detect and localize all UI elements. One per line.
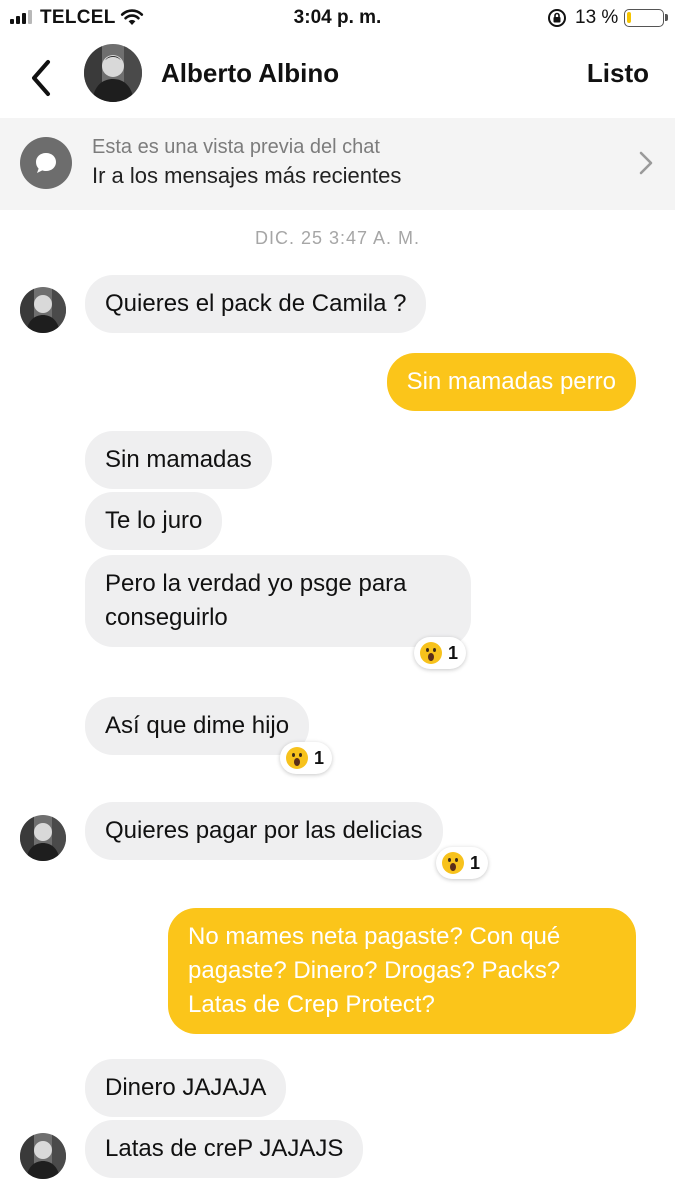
- chat-bubble-icon: [20, 137, 72, 189]
- message-bubble-incoming[interactable]: Quieres pagar por las delicias: [85, 802, 443, 860]
- status-bar: TELCEL 3:04 p. m. 13 %: [0, 0, 675, 36]
- reaction-badge[interactable]: 1: [436, 847, 489, 879]
- message-bubble-incoming[interactable]: Te lo juro: [85, 492, 223, 550]
- sender-avatar[interactable]: [20, 1133, 66, 1179]
- message-text: Dinero JAJAJA: [105, 1074, 267, 1101]
- message-bubble-outgoing[interactable]: No mames neta pagaste? Con qué pagaste? …: [168, 908, 636, 1034]
- message-text: Te lo juro: [105, 507, 203, 534]
- chevron-right-icon: [639, 151, 653, 175]
- preview-title: Ir a los mensajes más recientes: [92, 163, 402, 188]
- message-text-line: conseguirlo: [105, 604, 228, 631]
- rotation-lock-icon: [548, 9, 566, 27]
- message-text: Quieres pagar por las delicias: [105, 817, 423, 844]
- contact-avatar[interactable]: [84, 44, 142, 102]
- reaction-badge[interactable]: 1: [414, 637, 467, 669]
- message-text: Quieres el pack de Camila ?: [105, 290, 407, 317]
- message-text: Así que dime hijo: [105, 712, 290, 739]
- reaction-count: 1: [314, 747, 325, 768]
- back-chevron-icon[interactable]: [26, 58, 58, 98]
- astonished-face-icon: [442, 852, 464, 874]
- reaction-badge[interactable]: 1: [280, 742, 333, 774]
- contact-name[interactable]: Alberto Albino: [161, 58, 339, 89]
- chat-preview-banner[interactable]: Esta es una vista previa del chat Ir a l…: [0, 118, 675, 210]
- message-bubble-incoming[interactable]: Dinero JAJAJA: [85, 1059, 287, 1117]
- astonished-face-icon: [420, 642, 442, 664]
- status-time: 3:04 p. m.: [293, 7, 382, 28]
- message-bubble-outgoing[interactable]: Sin mamadas perro: [386, 353, 636, 411]
- message-text-line: pagaste? Dinero? Drogas? Packs?: [188, 957, 561, 984]
- message-text-line: No mames neta pagaste? Con qué: [188, 923, 561, 950]
- reaction-count: 1: [448, 642, 459, 663]
- message-bubble-incoming[interactable]: Sin mamadas: [85, 431, 272, 489]
- astonished-face-icon: [286, 747, 308, 769]
- message-text: Sin mamadas perro: [406, 368, 616, 395]
- battery-level: [627, 12, 631, 23]
- chat-header: Alberto Albino Listo: [0, 40, 675, 116]
- message-text-line: Latas de Crep Protect?: [188, 991, 435, 1018]
- sender-avatar[interactable]: [20, 815, 66, 861]
- battery-percentage: 13 %: [575, 7, 619, 28]
- message-text: Sin mamadas: [105, 446, 252, 473]
- message-bubble-incoming[interactable]: Así que dime hijo: [85, 697, 310, 755]
- message-bubble-incoming[interactable]: Latas de creP JAJAJS: [85, 1120, 364, 1178]
- reaction-count: 1: [470, 852, 481, 873]
- preview-subtitle: Esta es una vista previa del chat: [92, 136, 380, 158]
- sender-avatar[interactable]: [20, 287, 66, 333]
- message-text-line: Pero la verdad yo psge para: [105, 570, 407, 597]
- done-button[interactable]: Listo: [587, 58, 649, 89]
- message-bubble-incoming[interactable]: Quieres el pack de Camila ?: [85, 275, 427, 333]
- battery-icon: [624, 9, 668, 27]
- message-text: Latas de creP JAJAJS: [105, 1135, 344, 1162]
- message-bubble-incoming[interactable]: Pero la verdad yo psge para conseguirlo: [85, 555, 471, 647]
- date-stamp: DIC. 25 3:47 A. M.: [254, 228, 421, 248]
